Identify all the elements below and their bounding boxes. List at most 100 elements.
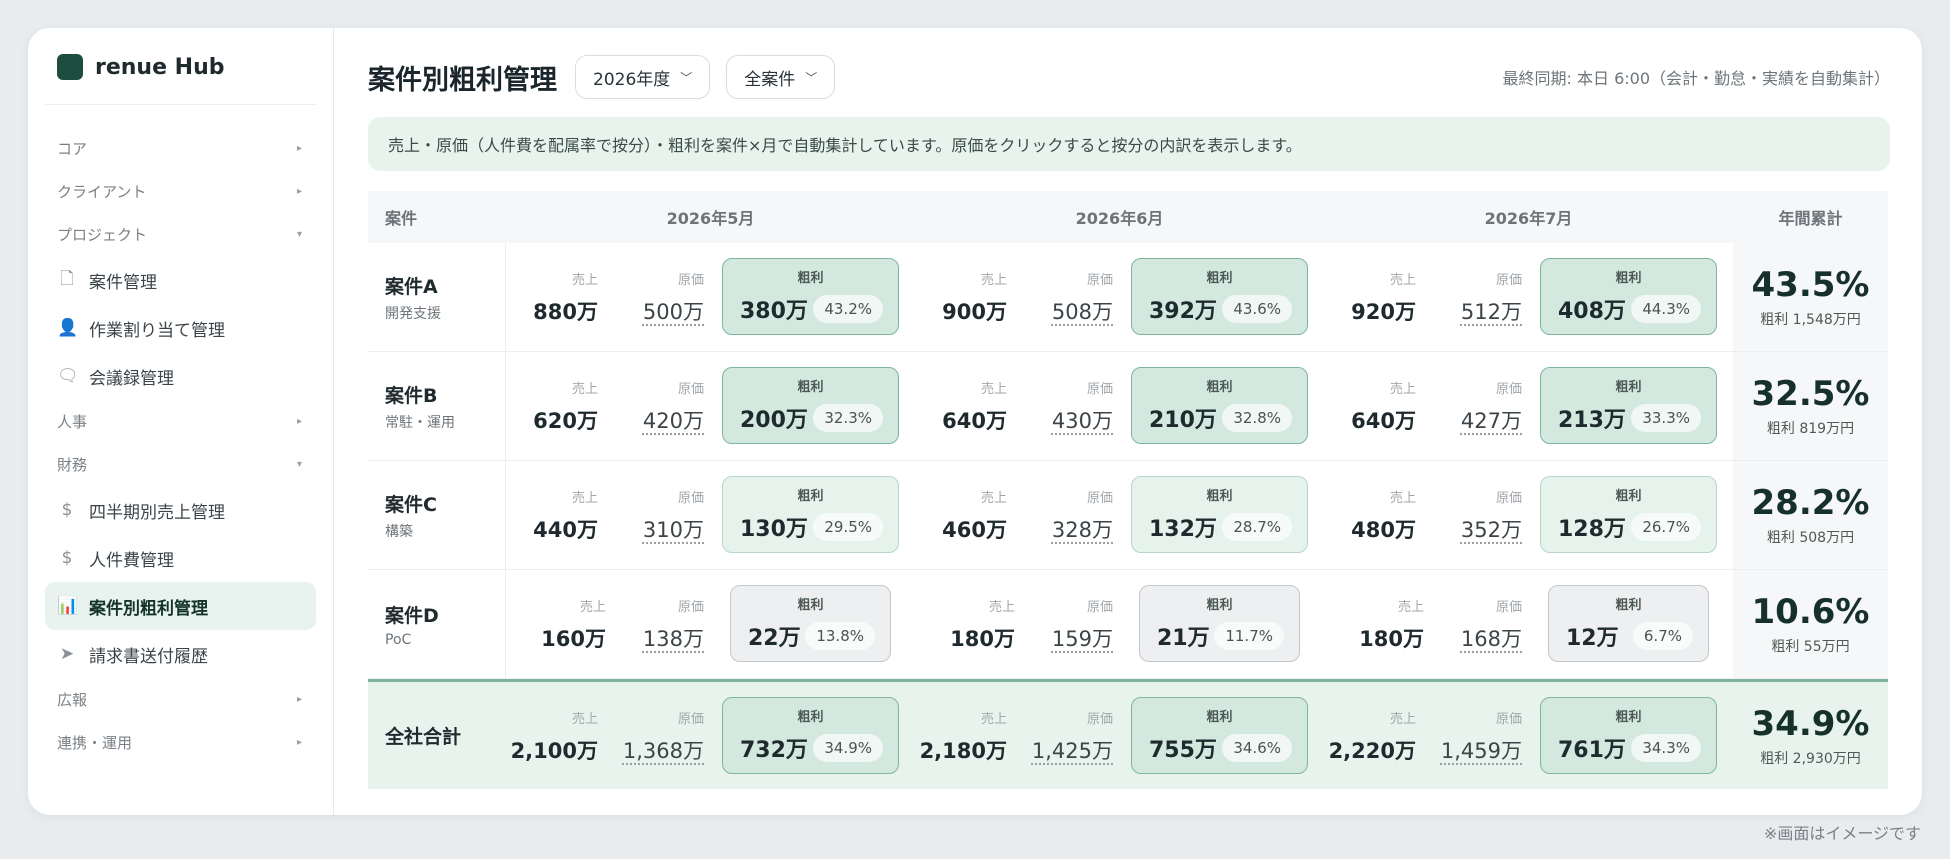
gross-profit-label: 粗利 bbox=[1206, 271, 1233, 286]
case-name: 案件C bbox=[385, 493, 437, 516]
brand[interactable]: renue Hub bbox=[45, 54, 316, 105]
cost-label: 原価 bbox=[1495, 712, 1522, 727]
month-cell: 売上 880万 原価 500万 粗利 380万 43.2% bbox=[506, 243, 915, 351]
cost-value[interactable]: 430万 bbox=[1052, 405, 1113, 435]
chevron-icon: ▸ bbox=[296, 694, 302, 705]
gross-margin-badge: 34.6% bbox=[1222, 734, 1292, 762]
sidebar-item[interactable]: 🗨 会議録管理 bbox=[45, 352, 316, 400]
annual-margin: 43.5% bbox=[1751, 265, 1870, 305]
sales-value: 2,180万 bbox=[919, 739, 1007, 763]
user-icon: 👤 bbox=[57, 318, 79, 338]
case-cell: 案件B 常駐・運用 bbox=[368, 352, 506, 460]
cost-value[interactable]: 352万 bbox=[1461, 514, 1522, 544]
chevron-down-icon: ﹀ bbox=[805, 70, 818, 85]
cost-value[interactable]: 1,368万 bbox=[623, 735, 704, 765]
case-cell: 案件D PoC bbox=[368, 570, 506, 678]
month-cell: 売上 180万 原価 168万 粗利 12万 6.7% bbox=[1324, 570, 1733, 678]
annual-cell: 34.9% 粗利 2,930万円 bbox=[1733, 682, 1888, 789]
gross-profit-value: 210万 bbox=[1149, 408, 1217, 433]
sales-label: 売上 bbox=[1389, 491, 1416, 506]
gross-margin-badge: 44.3% bbox=[1631, 295, 1701, 323]
case-category: 常駐・運用 bbox=[385, 414, 455, 431]
page-title: 案件別粗利管理 bbox=[368, 64, 557, 96]
column-header-case: 案件 bbox=[385, 209, 418, 228]
gross-profit-value: 380万 bbox=[740, 299, 808, 324]
month-cell: 売上 620万 原価 420万 粗利 200万 32.3% bbox=[506, 352, 915, 460]
sidebar-item[interactable]: 👤 作業割り当て管理 bbox=[45, 304, 316, 352]
case-category: 開発支援 bbox=[385, 305, 441, 322]
table-row: 案件D PoC 売上 160万 原価 138万 粗利 22万 13.8% 売上 180万 原価 159万… bbox=[368, 570, 1888, 679]
gross-profit-label: 粗利 bbox=[797, 489, 824, 504]
sidebar-category[interactable]: 連携・運用 ▸ bbox=[45, 721, 316, 764]
case-filter-dropdown[interactable]: 全案件 ﹀ bbox=[726, 55, 836, 99]
gross-profit-box: 粗利 213万 33.3% bbox=[1540, 367, 1717, 444]
cost-value[interactable]: 427万 bbox=[1461, 405, 1522, 435]
gross-margin-badge: 43.2% bbox=[813, 295, 883, 323]
cost-value[interactable]: 500万 bbox=[643, 296, 704, 326]
sidebar-item[interactable]: $ 四半期別売上管理 bbox=[45, 486, 316, 534]
sidebar-category[interactable]: クライアント ▸ bbox=[45, 170, 316, 213]
sidebar-category[interactable]: 人事 ▸ bbox=[45, 400, 316, 443]
sidebar-item[interactable]: $ 人件費管理 bbox=[45, 534, 316, 582]
month-cell: 売上 480万 原価 352万 粗利 128万 26.7% bbox=[1324, 461, 1733, 569]
cost-value[interactable]: 420万 bbox=[643, 405, 704, 435]
total-row: 全社合計 売上 2,100万 原価 1,368万 粗利 732万 34.9% 売上 2,180万原… bbox=[368, 679, 1888, 789]
cost-label: 原価 bbox=[1086, 491, 1113, 506]
dollar-icon: $ bbox=[61, 500, 73, 520]
gross-profit-label: 粗利 bbox=[1206, 710, 1233, 725]
sales-value: 440万 bbox=[533, 518, 598, 542]
cost-value[interactable]: 168万 bbox=[1461, 623, 1522, 653]
case-name: 案件B bbox=[385, 384, 438, 407]
gross-margin-badge: 26.7% bbox=[1631, 513, 1701, 541]
gross-profit-box: 粗利 392万 43.6% bbox=[1131, 258, 1308, 335]
gross-profit-table: 案件 2026年5月 2026年6月 2026年7月 年間累計 案件A 開発支援売… bbox=[368, 191, 1888, 789]
month-cell: 売上 460万 原価 328万 粗利 132万 28.7% bbox=[915, 461, 1324, 569]
chevron-icon: ▾ bbox=[296, 229, 302, 240]
cost-label: 原価 bbox=[1086, 382, 1113, 397]
month-cell: 売上 440万 原価 310万 粗利 130万 29.5% bbox=[506, 461, 915, 569]
gross-profit-value: 128万 bbox=[1558, 517, 1626, 542]
sidebar-category[interactable]: 広報 ▸ bbox=[45, 678, 316, 721]
gross-margin-badge: 28.7% bbox=[1222, 513, 1292, 541]
cost-value[interactable]: 328万 bbox=[1052, 514, 1113, 544]
sidebar-item[interactable]: ➤ 請求書送付履歴 bbox=[45, 630, 316, 678]
sidebar-category[interactable]: プロジェクト ▾ bbox=[45, 213, 316, 256]
gross-profit-label: 粗利 bbox=[1615, 710, 1642, 725]
gross-profit-label: 粗利 bbox=[797, 271, 824, 286]
cost-label: 原価 bbox=[1086, 712, 1113, 727]
sales-label: 売上 bbox=[980, 712, 1007, 727]
cost-value[interactable]: 512万 bbox=[1461, 296, 1522, 326]
sidebar-category[interactable]: 財務 ▾ bbox=[45, 443, 316, 486]
sidebar-category[interactable]: コア ▸ bbox=[45, 127, 316, 170]
column-header-month: 2026年7月 bbox=[1484, 209, 1573, 228]
sidebar-category-label: 広報 bbox=[57, 691, 88, 709]
year-filter-dropdown[interactable]: 2026年度 ﹀ bbox=[575, 55, 711, 99]
sales-label: 売上 bbox=[571, 273, 598, 288]
sidebar-item-label: 請求書送付履歴 bbox=[89, 646, 208, 667]
sidebar-category-label: 財務 bbox=[57, 456, 88, 474]
cost-value[interactable]: 138万 bbox=[643, 623, 704, 653]
sidebar-category-label: プロジェクト bbox=[57, 226, 148, 244]
cost-value[interactable]: 508万 bbox=[1052, 296, 1113, 326]
sidebar-item[interactable]: 📊 案件別粗利管理 bbox=[45, 582, 316, 630]
gross-profit-value: 732万 bbox=[740, 738, 808, 763]
cost-value[interactable]: 310万 bbox=[643, 514, 704, 544]
annual-margin: 32.5% bbox=[1751, 374, 1870, 414]
sales-value: 880万 bbox=[533, 300, 598, 324]
gross-profit-box: 粗利 22万 13.8% bbox=[730, 585, 891, 662]
footnote: ※画面はイメージです bbox=[1763, 824, 1921, 843]
sales-label: 売上 bbox=[571, 491, 598, 506]
gross-profit-box: 粗利 128万 26.7% bbox=[1540, 476, 1717, 553]
annual-margin: 28.2% bbox=[1751, 483, 1870, 523]
case-cell: 全社合計 bbox=[368, 682, 506, 789]
sidebar-item[interactable]: 🗋 案件管理 bbox=[45, 256, 316, 304]
sidebar-item-label: 会議録管理 bbox=[89, 368, 174, 389]
table-body: 案件A 開発支援 売上 880万 原価 500万 粗利 380万 43.2% 売上 900万 原価 50… bbox=[368, 243, 1888, 789]
cost-label: 原価 bbox=[1495, 491, 1522, 506]
chat-icon: 🗨 bbox=[57, 366, 79, 386]
cost-value[interactable]: 1,425万 bbox=[1032, 735, 1113, 765]
gross-margin-badge: 34.9% bbox=[813, 734, 883, 762]
gross-margin-badge: 32.8% bbox=[1222, 404, 1292, 432]
cost-value[interactable]: 1,459万 bbox=[1441, 735, 1522, 765]
cost-value[interactable]: 159万 bbox=[1052, 623, 1113, 653]
